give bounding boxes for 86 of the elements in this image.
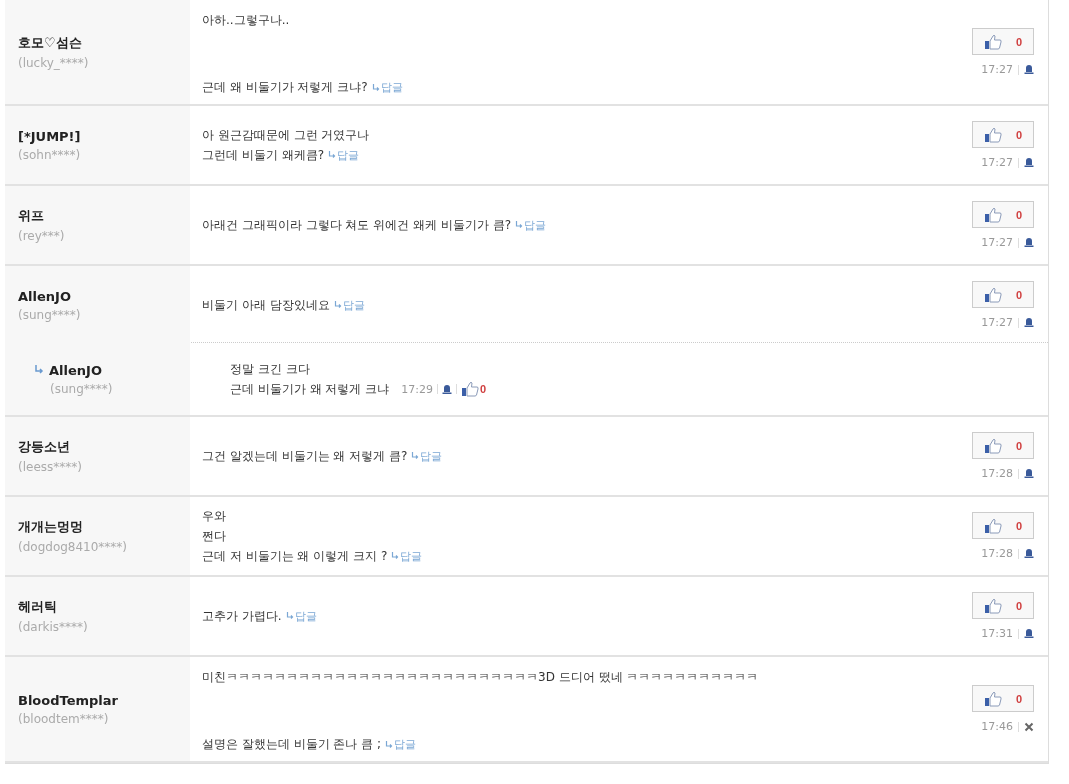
comment-text: 아하..그렇구나.. [202,12,290,29]
timestamp: 17:27 [981,236,1013,249]
reply-link[interactable]: 답글 [333,297,365,313]
comment-text: 근데 저 비둘기는 왜 이렇게 크지 ? [202,547,388,565]
reply-arrow-icon [391,552,400,560]
thumbs-up-icon [983,597,1002,614]
reply-link[interactable]: 답글 [371,80,403,95]
reply-link[interactable]: 답글 [391,548,423,564]
reply-arrow-icon [333,301,342,309]
author-name: AllenJO [18,288,72,304]
author-name: AllenJO [49,362,102,378]
user-id: (lucky_****) [18,56,90,70]
bell-icon[interactable] [1024,317,1034,328]
author-name: 위프 [18,207,45,225]
like-button[interactable]: 0 [972,28,1034,55]
author-name: 강등소년 [18,438,71,456]
user-id: (rey***) [18,229,66,243]
timestamp: 17:31 [981,627,1013,640]
timestamp: 17:27 [981,316,1013,329]
bell-icon[interactable] [1024,64,1034,75]
reply-arrow-icon [328,151,336,159]
bell-icon[interactable] [1024,548,1034,559]
thumbs-up-icon [983,206,1002,223]
reply-link[interactable]: 답글 [515,217,547,233]
like-button[interactable]: 0 [972,512,1034,539]
thumbs-up-icon [460,381,479,397]
timestamp: 17:46 [981,720,1013,733]
author-name: 호모♡섬슨 [18,34,83,52]
bell-icon[interactable] [1024,237,1034,248]
thumbs-up-icon [983,126,1002,143]
comment-text: 고추가 가렵다. [202,607,282,625]
comment-text: 아래건 그래픽이라 그렇다 쳐도 위에건 왜케 비둘기가 큼? [202,216,512,234]
reply-arrow-icon [34,365,44,375]
user-id: (sung****) [49,381,114,396]
user-id: (leess****) [18,460,83,474]
thumbs-up-icon [983,517,1002,534]
author-name: 개개는멍멍 [18,518,84,536]
thumbs-up-icon [983,690,1002,707]
timestamp: 17:27 [981,156,1013,169]
comment-text: 우와 [202,507,226,525]
author-name: BloodTemplar [18,692,119,708]
comment-text: 그건 알겠는데 비둘기는 왜 저렇게 큼? [202,447,408,465]
comment-text: 설명은 잘했는데 비둘기 존나 큼 ; [202,736,382,753]
reply-arrow-icon [371,83,380,92]
user-id: (sohn****) [18,147,82,162]
timestamp: 17:29 [401,382,433,396]
bell-icon[interactable] [1024,468,1034,479]
like-button[interactable]: 0 [972,432,1034,459]
reply-arrow-icon [411,452,420,460]
bell-icon[interactable] [441,383,452,395]
comment-text: 근데 비둘기가 왜 저렇게 크냐 [230,380,390,398]
reply-arrow-icon [515,221,524,229]
bell-icon[interactable] [1024,157,1034,168]
reply-link[interactable]: 답글 [411,448,443,464]
user-id: (darkis****) [18,620,89,634]
bell-icon[interactable] [1024,628,1034,639]
thumbs-up-icon [983,437,1002,454]
comment-text: 그런데 비둘기 왜케큼? [202,146,324,164]
close-icon[interactable] [1024,721,1034,732]
author-name: 헤러틱 [18,598,58,616]
like-button[interactable]: 0 [460,381,487,397]
like-button[interactable]: 0 [972,201,1034,228]
author-name: [*JUMP!] [18,128,82,144]
comment-text: 쩐다 [202,527,226,545]
reply-link[interactable]: 답글 [385,737,417,752]
reply-link[interactable]: 답글 [285,608,317,624]
like-button[interactable]: 0 [972,121,1034,148]
like-button[interactable]: 0 [972,592,1034,619]
user-id: (sung****) [18,307,82,322]
reply-arrow-icon [385,740,394,749]
reply-link[interactable]: 답글 [328,147,359,163]
like-button[interactable]: 0 [972,281,1034,308]
thumbs-up-icon [983,286,1002,303]
comment-text: 아 원근감때문에 그런 거였구나 [202,126,370,144]
user-id: (bloodtem****) [18,711,110,726]
timestamp: 17:28 [981,547,1013,560]
like-button[interactable]: 0 [972,685,1034,712]
comment-text: 미친ㅋㅋㅋㅋㅋㅋㅋㅋㅋㅋㅋㅋㅋㅋㅋㅋㅋㅋㅋㅋㅋㅋㅋㅋㅋㅋ3D 드디어 떴네 ㅋㅋㅋㅋㅋㅋㅋㅋㅋㅋㅋ [202,669,759,686]
thumbs-up-icon [983,33,1002,50]
timestamp: 17:27 [981,63,1013,76]
timestamp: 17:28 [981,467,1013,480]
user-id: (dogdog8410****) [18,540,129,554]
comment-text: 정말 크긴 크다 [230,360,310,378]
reply-arrow-icon [285,612,294,620]
comment-text: 비둘기 아래 담장있네요 [202,296,330,314]
comment-text: 근데 왜 비둘기가 저렇게 크냐? [202,79,368,96]
